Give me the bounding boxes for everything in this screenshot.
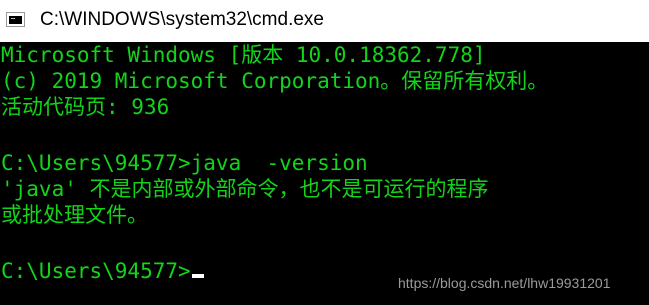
console-line: (c) 2019 Microsoft Corporation。保留所有权利。 — [1, 69, 549, 93]
console-output[interactable]: Microsoft Windows [版本 10.0.18362.778] (c… — [0, 42, 649, 305]
console-line: 或批处理文件。 — [1, 203, 148, 227]
console-line: 'java' 不是内部或外部命令，也不是可运行的程序 — [1, 177, 489, 201]
cmd-window: C:\WINDOWS\system32\cmd.exe Microsoft Wi… — [0, 0, 649, 305]
console-line: Microsoft Windows [版本 10.0.18362.778] — [1, 43, 486, 67]
prompt-line[interactable]: C:\Users\94577> — [1, 258, 204, 284]
console-line: 活动代码页: 936 — [1, 95, 170, 119]
title-bar[interactable]: C:\WINDOWS\system32\cmd.exe — [0, 0, 649, 42]
cmd-console-icon — [6, 12, 25, 27]
watermark: https://blog.csdn.net/lhw19931201 — [398, 275, 611, 291]
console-line: C:\Users\94577>java -version — [1, 151, 368, 175]
command-prompt: C:\Users\94577> — [1, 259, 191, 283]
window-title: C:\WINDOWS\system32\cmd.exe — [40, 9, 324, 30]
text-cursor — [191, 274, 204, 278]
